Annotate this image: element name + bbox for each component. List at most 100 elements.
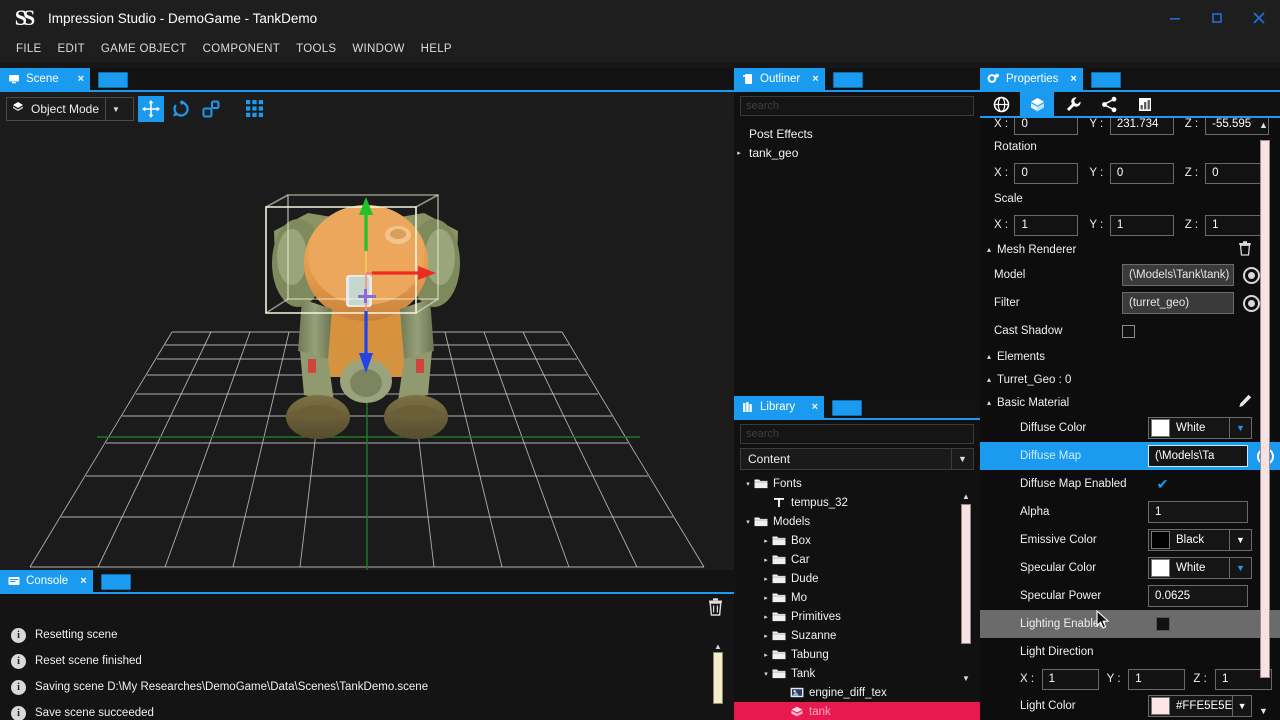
chevron-down-icon[interactable]: ▼ bbox=[1232, 696, 1251, 716]
edit-material-pencil-icon[interactable] bbox=[1238, 394, 1252, 411]
position-x-field[interactable]: 0 bbox=[1014, 118, 1079, 135]
scene-add-tab-button[interactable] bbox=[98, 72, 128, 88]
cube-icon[interactable] bbox=[1020, 92, 1054, 116]
library-item[interactable]: ▾ Tank bbox=[734, 664, 980, 683]
material-row-diffuse-map-enabled[interactable]: Diffuse Map Enabled ✔ bbox=[980, 470, 1280, 498]
maximize-button[interactable] bbox=[1196, 0, 1238, 36]
chevron-down-icon[interactable]: ▼ bbox=[1229, 418, 1251, 438]
scroll-up-icon[interactable]: ▲ bbox=[958, 492, 974, 504]
console-scrollbar[interactable]: ▲ ▼ bbox=[710, 640, 726, 720]
rotation-x-field[interactable]: 0 bbox=[1014, 162, 1079, 184]
library-content-filter[interactable]: Content ▼ bbox=[740, 448, 974, 470]
chevron-down-icon[interactable]: ▼ bbox=[1229, 558, 1251, 578]
library-item[interactable]: tempus_32 bbox=[734, 493, 980, 512]
menu-game-object[interactable]: GAME OBJECT bbox=[93, 40, 195, 58]
material-diffuse-map-field[interactable]: (\Models\Ta bbox=[1148, 445, 1248, 467]
library-add-tab-button[interactable] bbox=[832, 400, 862, 416]
collapse-arrow-icon[interactable]: ▴ bbox=[987, 398, 991, 407]
scroll-up-icon[interactable]: ▲ bbox=[1259, 120, 1268, 130]
color-swatch[interactable] bbox=[1151, 559, 1170, 577]
library-scroll-thumb[interactable] bbox=[961, 504, 971, 644]
menu-tools[interactable]: TOOLS bbox=[288, 40, 344, 58]
console-scroll-thumb[interactable] bbox=[713, 652, 723, 704]
tab-library[interactable]: Library × bbox=[734, 396, 824, 418]
console-message-list[interactable]: i Resetting scene i Reset scene finished… bbox=[0, 620, 734, 720]
menu-help[interactable]: HELP bbox=[413, 40, 460, 58]
material-row-specular-power[interactable]: Specular Power 0.0625 bbox=[980, 582, 1280, 610]
library-item[interactable]: ▸ Primitives bbox=[734, 607, 980, 626]
chevron-right-icon[interactable]: ▸ bbox=[760, 556, 772, 564]
library-item[interactable]: ▸ Car bbox=[734, 550, 980, 569]
console-scroll-track[interactable] bbox=[710, 652, 726, 720]
clear-console-trash-icon[interactable] bbox=[707, 598, 724, 621]
library-item[interactable]: ▸ Dude bbox=[734, 569, 980, 588]
library-item[interactable]: ▸ Box bbox=[734, 531, 980, 550]
material-light-color-color-control[interactable]: #FFE5E5E ▼ bbox=[1148, 695, 1252, 717]
library-scrollbar[interactable]: ▲ ▼ bbox=[958, 492, 974, 686]
chevron-down-icon[interactable]: ▼ bbox=[951, 449, 973, 469]
scale-tool-button[interactable] bbox=[198, 96, 224, 122]
library-item[interactable]: ▸ Tabung bbox=[734, 645, 980, 664]
chevron-right-icon[interactable]: ▸ bbox=[760, 594, 772, 602]
chevron-down-icon[interactable]: ▼ bbox=[1229, 530, 1251, 550]
tab-console[interactable]: Console × bbox=[0, 570, 93, 592]
scroll-up-icon[interactable]: ▲ bbox=[710, 640, 726, 652]
wrench-icon[interactable] bbox=[1056, 92, 1090, 116]
chevron-down-icon[interactable]: ▾ bbox=[742, 480, 754, 488]
scale-x-field[interactable]: 1 bbox=[1014, 214, 1079, 236]
light-dir-x-field[interactable]: 1 bbox=[1041, 668, 1099, 690]
material-specular-color-color-control[interactable]: White ▼ bbox=[1148, 557, 1252, 579]
material-specular-power-field[interactable]: 0.0625 bbox=[1148, 585, 1248, 607]
rotation-y-field[interactable]: 0 bbox=[1109, 162, 1174, 184]
color-swatch[interactable] bbox=[1151, 697, 1170, 715]
outliner-search-input[interactable] bbox=[746, 100, 968, 112]
chevron-right-icon[interactable]: ▸ bbox=[760, 575, 772, 583]
material-row-light-color[interactable]: Light Color #FFE5E5E ▼ bbox=[980, 692, 1280, 718]
chevron-right-icon[interactable]: ▸ bbox=[760, 613, 772, 621]
object-mode-dropdown[interactable]: Object Mode ▼ bbox=[6, 97, 134, 121]
section-mesh-renderer[interactable]: ▴ Mesh Renderer bbox=[980, 238, 1280, 261]
menu-component[interactable]: COMPONENT bbox=[195, 40, 288, 58]
collapse-arrow-icon[interactable]: ▴ bbox=[987, 375, 991, 384]
library-item[interactable]: engine_diff_tex bbox=[734, 683, 980, 702]
console-add-tab-button[interactable] bbox=[100, 574, 131, 590]
scene-viewport[interactable] bbox=[0, 126, 734, 572]
chevron-right-icon[interactable]: ▸ bbox=[760, 632, 772, 640]
outliner-item-tank-geo[interactable]: ▸ tank_geo bbox=[734, 143, 980, 162]
tab-scene[interactable]: Scene × bbox=[0, 68, 90, 90]
material-row-lighting-enabled[interactable]: Lighting Enabled bbox=[980, 610, 1280, 638]
tab-library-close-icon[interactable]: × bbox=[806, 401, 818, 413]
library-item[interactable]: ▾ Fonts bbox=[734, 474, 980, 493]
menu-file[interactable]: FILE bbox=[8, 40, 50, 58]
properties-add-tab-button[interactable] bbox=[1090, 72, 1121, 88]
section-elements[interactable]: ▴ Elements bbox=[980, 345, 1280, 368]
tab-properties[interactable]: Properties × bbox=[980, 68, 1083, 90]
share-icon[interactable] bbox=[1092, 92, 1126, 116]
chevron-down-icon[interactable]: ▾ bbox=[742, 518, 754, 526]
section-turret-geo[interactable]: ▴ Turret_Geo : 0 bbox=[980, 368, 1280, 391]
chevron-down-icon[interactable]: ▾ bbox=[760, 670, 772, 678]
outliner-search-field[interactable] bbox=[740, 96, 974, 116]
material-row-diffuse-color[interactable]: Diffuse Color White ▼ bbox=[980, 414, 1280, 442]
library-search-field[interactable] bbox=[740, 424, 974, 444]
tab-outliner-close-icon[interactable]: × bbox=[806, 73, 818, 85]
material-row-emissive-color[interactable]: Emissive Color Black ▼ bbox=[980, 526, 1280, 554]
library-item[interactable]: ▾ Models bbox=[734, 512, 980, 531]
library-search-input[interactable] bbox=[746, 428, 968, 440]
material-row-light-direction[interactable]: Light Direction bbox=[980, 638, 1280, 666]
library-item[interactable]: ▸ Suzanne bbox=[734, 626, 980, 645]
model-value-field[interactable]: (\Models\Tank\tank) bbox=[1122, 264, 1234, 286]
delete-component-trash-icon[interactable] bbox=[1238, 240, 1252, 259]
outliner-add-tab-button[interactable] bbox=[832, 72, 863, 88]
outliner-item-post-effects[interactable]: Post Effects bbox=[734, 124, 980, 143]
minimize-button[interactable] bbox=[1154, 0, 1196, 36]
material-emissive-color-color-control[interactable]: Black ▼ bbox=[1148, 529, 1252, 551]
tab-outliner[interactable]: Outliner × bbox=[734, 68, 825, 90]
chart-icon[interactable] bbox=[1128, 92, 1162, 116]
color-swatch[interactable] bbox=[1151, 531, 1170, 549]
scale-y-field[interactable]: 1 bbox=[1109, 214, 1174, 236]
scroll-down-icon[interactable]: ▼ bbox=[1259, 706, 1268, 716]
material-row-specular-color[interactable]: Specular Color White ▼ bbox=[980, 554, 1280, 582]
filter-value-field[interactable]: (turret_geo) bbox=[1122, 292, 1234, 314]
color-swatch[interactable] bbox=[1151, 419, 1170, 437]
